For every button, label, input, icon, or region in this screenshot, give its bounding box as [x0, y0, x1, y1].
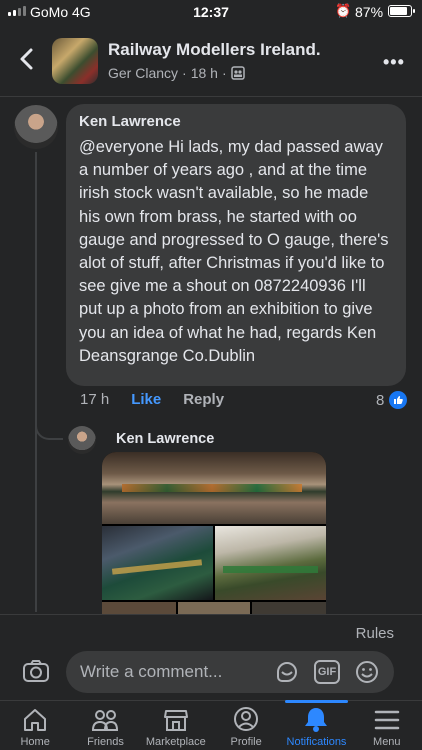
header-divider — [0, 96, 422, 97]
comment-composer: Rules GIF — [0, 614, 422, 700]
comment-author[interactable]: Ken Lawrence — [79, 113, 393, 130]
tab-home[interactable]: Home — [0, 701, 70, 750]
group-avatar[interactable] — [52, 38, 98, 84]
tab-label: Menu — [373, 736, 401, 748]
reply-author[interactable]: Ken Lawrence — [116, 431, 214, 447]
reply-connector — [35, 410, 63, 440]
photo-thumb[interactable] — [178, 602, 250, 614]
sticker-icon[interactable] — [274, 660, 300, 684]
group-name[interactable]: Railway Modellers Ireland. — [108, 40, 321, 60]
marketplace-icon — [163, 710, 188, 731]
bell-icon — [305, 708, 328, 732]
photo-thumb[interactable] — [252, 602, 326, 614]
poster-name[interactable]: Ger Clancy — [108, 65, 178, 81]
avatar[interactable] — [68, 426, 96, 454]
comment-actions: 17 h Like Reply — [80, 391, 224, 408]
meta-separator: · — [221, 65, 227, 81]
tab-label: Marketplace — [145, 736, 206, 748]
profile-icon — [234, 707, 259, 731]
post-header: Railway Modellers Ireland. Ger Clancy · … — [0, 30, 422, 92]
thumbs-up-icon — [389, 391, 408, 409]
photo-thumb[interactable] — [102, 602, 176, 614]
comment-box[interactable]: GIF — [66, 651, 394, 693]
reply-button[interactable]: Reply — [183, 391, 224, 408]
comment-bubble: Ken Lawrence @everyone Hi lads, my dad p… — [66, 104, 406, 386]
more-options-button[interactable]: ••• — [383, 52, 405, 73]
friends-icon — [92, 710, 119, 731]
photo-layout-right[interactable] — [215, 526, 326, 600]
tab-label: Home — [20, 736, 50, 748]
back-arrow-icon[interactable] — [14, 46, 40, 72]
rules-link[interactable]: Rules — [356, 625, 394, 642]
meta-separator: · — [182, 65, 187, 81]
avatar[interactable] — [14, 105, 58, 149]
like-button[interactable]: Like — [131, 391, 161, 408]
tab-menu[interactable]: Menu — [352, 701, 422, 750]
post-meta: Ger Clancy · 18 h · — [108, 65, 245, 81]
photo-layout-left[interactable] — [102, 526, 213, 600]
home-icon — [24, 709, 47, 731]
tab-profile[interactable]: Profile — [211, 701, 281, 750]
status-bar: GoMo 4G 12:37 ⏰ 87% — [0, 0, 422, 24]
alarm-clock-icon: ⏰ — [335, 3, 352, 18]
comment-input[interactable] — [80, 660, 260, 684]
emoji-icon[interactable] — [354, 660, 380, 684]
bottom-tab-bar: Home Friends Marketplace Profile Notific… — [0, 700, 422, 750]
comment-time: 17 h — [80, 391, 110, 408]
battery-percent: 87% — [355, 4, 384, 20]
tab-friends[interactable]: Friends — [70, 701, 140, 750]
battery-fill — [390, 7, 408, 15]
photo-layout-overview[interactable] — [102, 452, 326, 524]
tab-notifications[interactable]: Notifications — [281, 700, 351, 750]
post-age: 18 h — [190, 65, 218, 81]
tab-label: Notifications — [286, 736, 347, 748]
thread-line — [35, 152, 37, 612]
menu-icon — [374, 710, 400, 730]
reaction-count: 8 — [376, 391, 385, 409]
gif-button[interactable]: GIF — [314, 660, 340, 684]
comment-text: @everyone Hi lads, my dad passed away a … — [79, 138, 389, 365]
reaction-summary[interactable]: 8 — [376, 391, 408, 409]
camera-icon[interactable] — [22, 659, 50, 683]
tab-label: Friends — [87, 736, 124, 748]
tab-label: Profile — [230, 736, 262, 748]
battery-icon — [388, 5, 415, 17]
reply-photo-grid[interactable] — [102, 452, 326, 614]
tab-marketplace[interactable]: Marketplace — [141, 701, 211, 750]
group-members-icon — [230, 66, 245, 80]
